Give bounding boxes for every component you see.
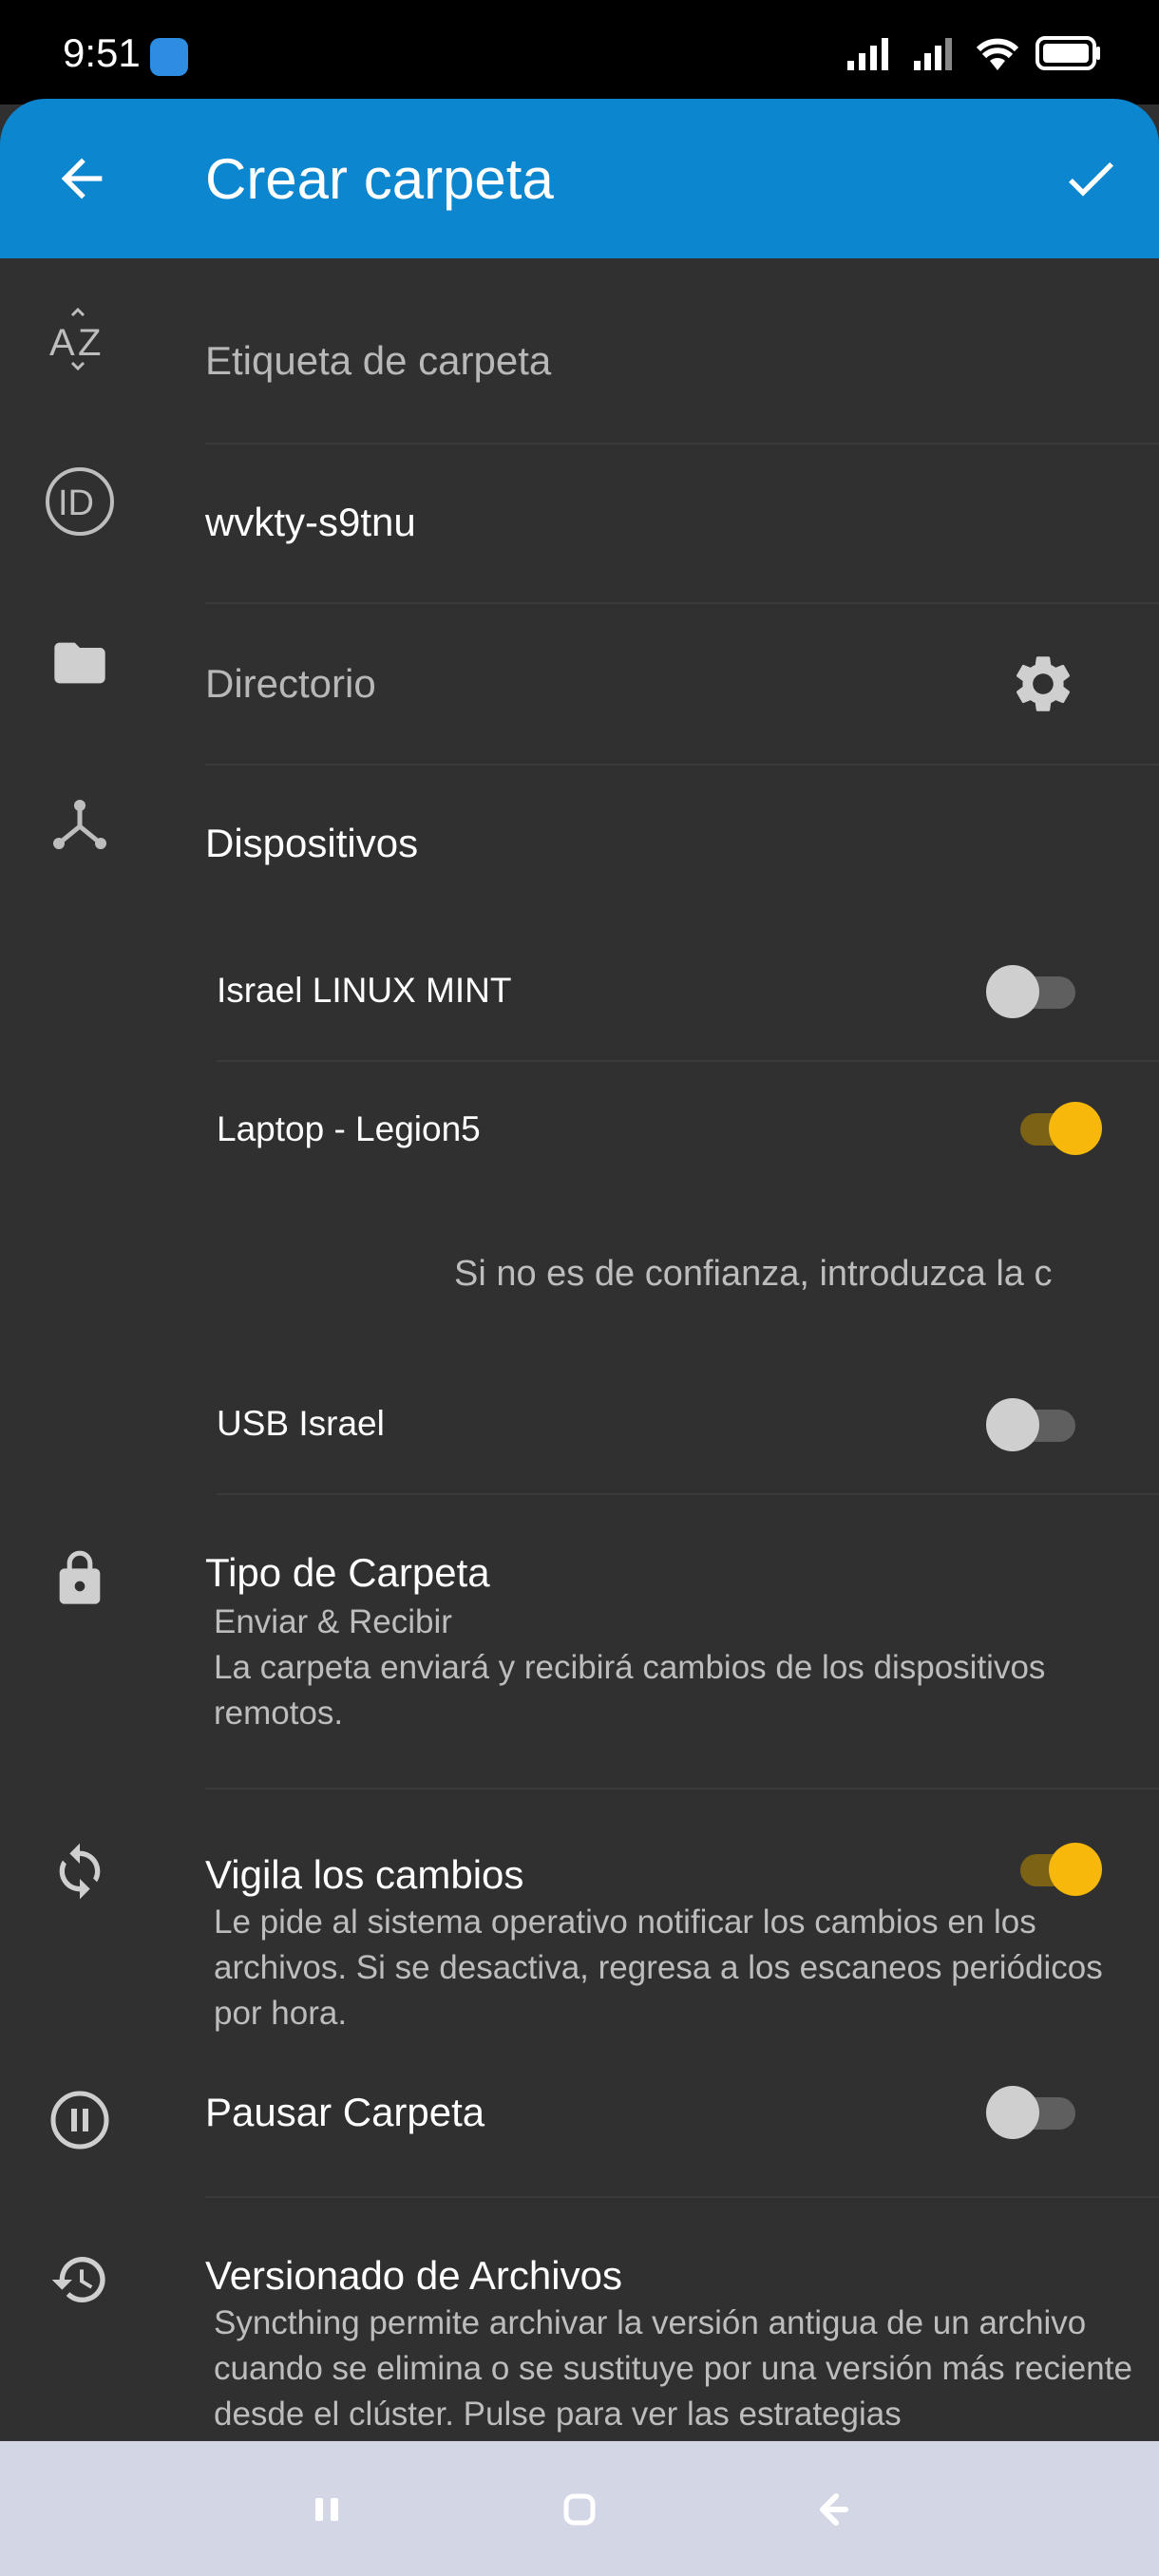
versioning-description: Syncthing permite archivar la versión an…	[214, 2304, 1132, 2433]
svg-text:ID: ID	[58, 483, 94, 523]
pause-folder-row[interactable]: Pausar Carpeta	[0, 2071, 1159, 2185]
pause-folder-title: Pausar Carpeta	[205, 2090, 485, 2134]
divider	[205, 443, 1159, 445]
folder-type-description: La carpeta enviará y recibirá cambios de…	[214, 1649, 1046, 1732]
back-icon[interactable]	[811, 2489, 853, 2530]
signal-2-icon	[914, 38, 952, 70]
divider	[205, 764, 1159, 766]
lock-icon	[44, 1543, 116, 1615]
divider	[205, 602, 1159, 604]
device-name: Laptop - Legion5	[217, 1109, 481, 1148]
folder-label-input[interactable]: Etiqueta de carpeta	[205, 338, 551, 384]
app-notification-icon	[150, 38, 188, 76]
page-title: Crear carpeta	[205, 147, 554, 211]
watch-changes-title: Vigila los cambios	[205, 1852, 524, 1897]
device-toggle[interactable]	[986, 965, 1077, 1018]
id-icon: ID	[44, 465, 116, 538]
device-item[interactable]: USB Israel	[0, 1364, 1159, 1487]
sort-az-icon: A Z	[44, 304, 116, 376]
signal-icon	[847, 38, 888, 70]
recents-icon[interactable]	[306, 2489, 348, 2530]
svg-text:Z: Z	[78, 322, 101, 364]
watch-changes-toggle[interactable]	[1011, 1843, 1102, 1896]
divider	[217, 1493, 1159, 1495]
folder-id-row[interactable]: ID wvkty-s9tnu	[0, 465, 1159, 589]
device-name: USB Israel	[217, 1404, 385, 1443]
folder-icon	[44, 627, 116, 699]
battery-icon	[1036, 36, 1100, 70]
directory-input[interactable]: Directorio	[205, 661, 376, 707]
folder-label-row[interactable]: A Z Etiqueta de carpeta	[0, 304, 1159, 427]
device-item[interactable]: Laptop - Legion5	[0, 1070, 1159, 1193]
status-time: 9:51	[63, 30, 141, 75]
sync-icon	[44, 1835, 116, 1907]
status-bar: 9:51	[0, 0, 1159, 104]
watch-changes-row[interactable]: Vigila los cambios Le pide al sistema op…	[0, 1824, 1159, 2042]
watch-changes-description: Le pide al sistema operativo notificar l…	[214, 1904, 1103, 2032]
save-check-icon[interactable]	[1060, 148, 1121, 209]
folder-type-title: Tipo de Carpeta	[205, 1550, 490, 1595]
directory-row[interactable]: Directorio	[0, 627, 1159, 750]
back-arrow-icon[interactable]	[51, 148, 112, 209]
device-toggle[interactable]	[986, 1398, 1077, 1451]
system-nav-bar	[0, 2441, 1159, 2576]
home-icon[interactable]	[559, 2489, 600, 2530]
device-trust-hint[interactable]: Si no es de confianza, introduzca la c	[454, 1254, 1113, 1307]
versioning-title: Versionado de Archivos	[205, 2253, 622, 2298]
device-toggle[interactable]	[1011, 1102, 1102, 1155]
divider	[217, 1060, 1159, 1062]
device-item[interactable]: Israel LINUX MINT	[0, 931, 1159, 1054]
status-indicators	[847, 34, 1102, 72]
folder-type-value: Enviar & Recibir	[214, 1603, 452, 1640]
versioning-row[interactable]: Versionado de Archivos Syncthing permite…	[0, 2232, 1159, 2441]
app-bar: Crear carpeta	[0, 99, 1159, 258]
svg-text:A: A	[49, 322, 75, 364]
share-icon	[44, 788, 116, 861]
device-name: Israel LINUX MINT	[217, 971, 512, 1010]
pause-icon	[44, 2084, 116, 2156]
wifi-icon	[976, 38, 1019, 70]
devices-title: Dispositivos	[205, 821, 419, 865]
pause-folder-toggle[interactable]	[986, 2086, 1077, 2139]
folder-type-row[interactable]: Tipo de Carpeta Enviar & Recibir La carp…	[0, 1529, 1159, 1776]
folder-id-input[interactable]: wvkty-s9tnu	[205, 500, 416, 545]
gear-icon[interactable]	[1009, 650, 1077, 718]
divider	[205, 1788, 1159, 1790]
devices-row: Dispositivos	[0, 788, 1159, 902]
history-icon	[44, 2244, 116, 2316]
divider	[205, 2196, 1159, 2198]
